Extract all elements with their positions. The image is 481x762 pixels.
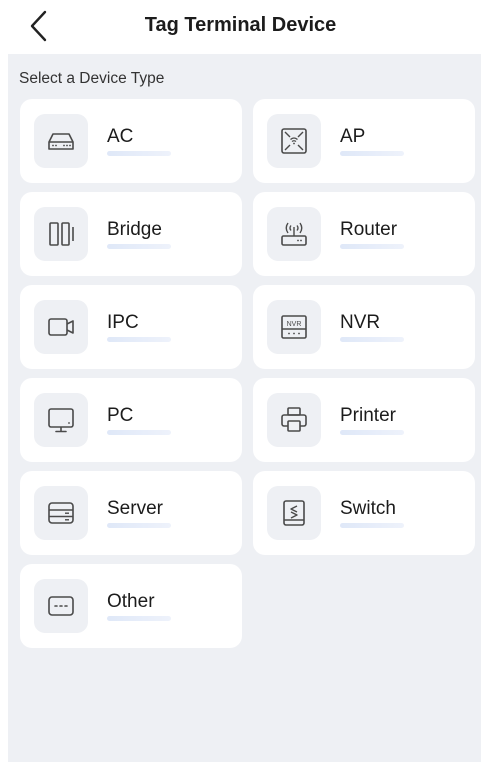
more-icon <box>34 579 88 633</box>
label-underline <box>107 616 171 621</box>
label-underline <box>340 337 404 342</box>
device-label: Server <box>107 498 163 519</box>
device-label: Router <box>340 219 398 240</box>
label-underline <box>107 430 171 435</box>
monitor-icon <box>34 393 88 447</box>
device-label: NVR <box>340 312 381 333</box>
label-underline <box>107 244 171 249</box>
device-card-router[interactable]: Router <box>253 192 475 276</box>
device-card-switch[interactable]: Switch <box>253 471 475 555</box>
router-icon <box>267 207 321 261</box>
device-card-ac[interactable]: AC <box>20 99 242 183</box>
device-label: Switch <box>340 498 396 519</box>
ac-controller-icon <box>34 114 88 168</box>
label-underline <box>107 337 171 342</box>
label-underline <box>107 151 171 156</box>
label-underline <box>340 523 404 528</box>
device-label: Other <box>107 591 155 612</box>
device-type-panel: Select a Device Type AC AP Bridge Router… <box>8 54 481 762</box>
device-card-other[interactable]: Other <box>20 564 242 648</box>
label-underline <box>340 430 404 435</box>
bridge-icon <box>34 207 88 261</box>
ip-camera-icon <box>34 300 88 354</box>
server-icon <box>34 486 88 540</box>
device-card-printer[interactable]: Printer <box>253 378 475 462</box>
device-label: IPC <box>107 312 139 333</box>
device-card-pc[interactable]: PC <box>20 378 242 462</box>
nvr-icon-text: NVR <box>287 321 302 328</box>
device-card-bridge[interactable]: Bridge <box>20 192 242 276</box>
printer-icon <box>267 393 321 447</box>
header-bar: Tag Terminal Device <box>0 0 481 54</box>
device-card-ipc[interactable]: IPC <box>20 285 242 369</box>
device-card-ap[interactable]: AP <box>253 99 475 183</box>
switch-icon <box>267 486 321 540</box>
device-label: PC <box>107 405 134 426</box>
device-label: Bridge <box>107 219 162 240</box>
page-title: Tag Terminal Device <box>144 14 337 36</box>
device-card-nvr[interactable]: NVR NVR <box>253 285 475 369</box>
label-underline <box>340 244 404 249</box>
device-card-server[interactable]: Server <box>20 471 242 555</box>
nvr-icon: NVR <box>267 300 321 354</box>
label-underline <box>107 523 171 528</box>
device-label: Printer <box>340 405 396 426</box>
section-label: Select a Device Type <box>19 70 165 87</box>
device-label: AP <box>340 126 366 147</box>
device-label: AC <box>107 126 134 147</box>
label-underline <box>340 151 404 156</box>
access-point-icon <box>267 114 321 168</box>
